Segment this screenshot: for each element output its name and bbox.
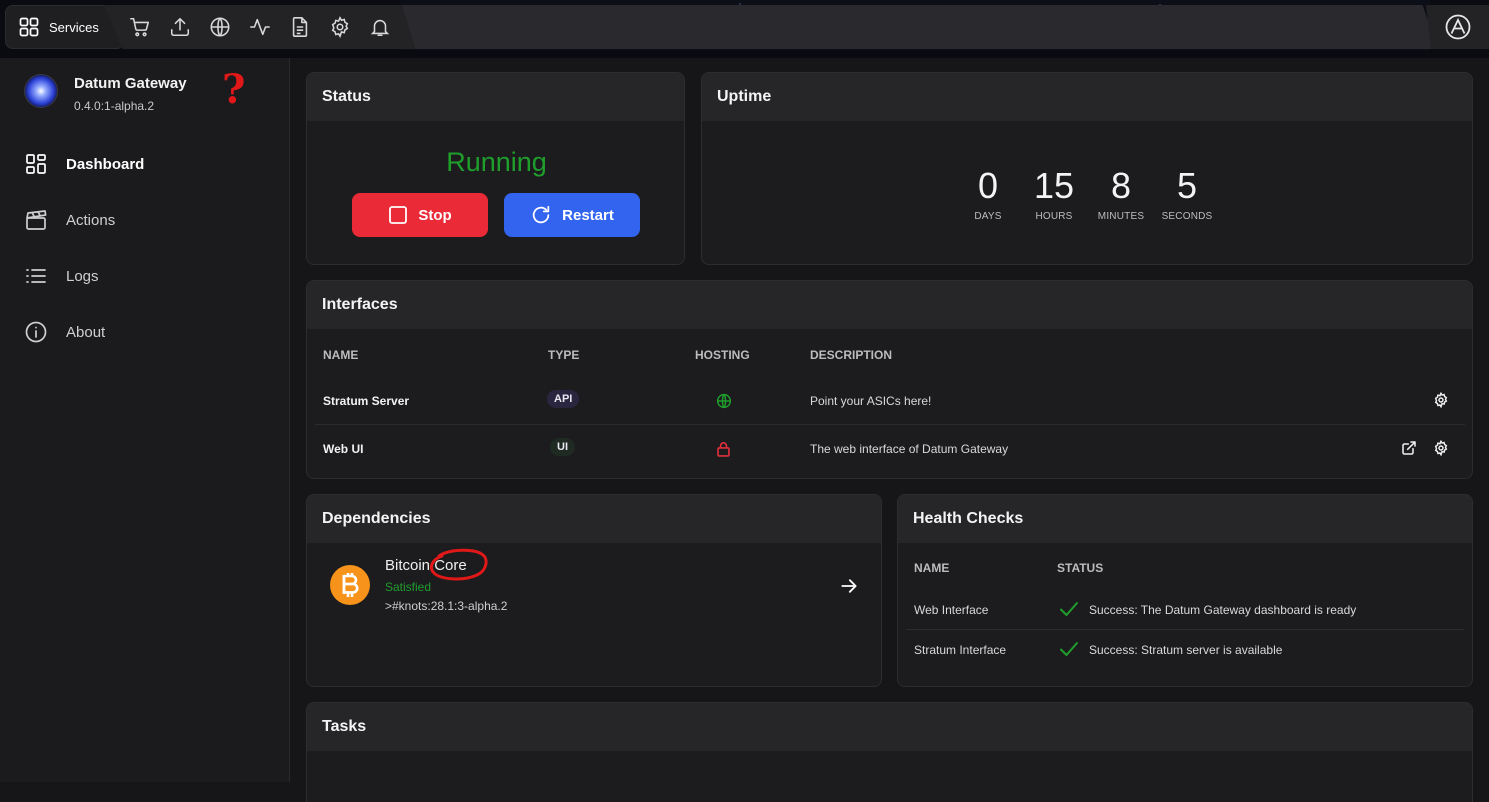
bitcoin-icon: [330, 565, 370, 605]
lock-icon: [717, 442, 730, 457]
dependency-version: >#knots:28.1:3-alpha.2: [385, 599, 508, 613]
service-version: 0.4.0:1-alpha.2: [74, 99, 155, 113]
uptime-minutes-value: 8: [1110, 165, 1132, 206]
sidebar: Datum Gateway 0.4.0:1-alpha.2 Dashboard …: [0, 58, 290, 782]
health-check-name: Web Interface: [914, 603, 989, 617]
dependencies-card: Dependencies Bitcoin Core Satisfied >#kn…: [306, 494, 882, 687]
upload-icon[interactable]: [168, 15, 192, 39]
globe-icon[interactable]: [208, 15, 232, 39]
services-tab[interactable]: Services: [5, 5, 123, 49]
sidebar-item-dashboard[interactable]: Dashboard: [24, 136, 274, 192]
interfaces-card-title: Interfaces: [307, 281, 1472, 329]
dependencies-card-title: Dependencies: [307, 495, 881, 543]
uptime-seconds-label: SECONDS: [1161, 211, 1213, 222]
top-bar: Services: [0, 0, 1489, 58]
sidebar-nav: Dashboard Actions Logs About: [24, 136, 274, 360]
dependency-item-bitcoin[interactable]: Bitcoin Core Satisfied >#knots:28.1:3-al…: [307, 543, 881, 629]
interface-description: The web interface of Datum Gateway: [810, 442, 1009, 456]
document-icon[interactable]: [288, 15, 312, 39]
health-check-status: Success: Stratum server is available: [1089, 643, 1283, 657]
sidebar-item-about[interactable]: About: [24, 304, 274, 360]
restart-button-label: Restart: [562, 206, 614, 224]
sidebar-item-label: About: [66, 323, 106, 341]
tasks-card: Tasks: [306, 702, 1473, 802]
health-check-name: Stratum Interface: [914, 643, 1007, 657]
refresh-icon: [532, 205, 550, 224]
dashboard-icon: [26, 154, 46, 174]
arrow-right-icon[interactable]: [839, 576, 859, 596]
open-external-icon[interactable]: [1401, 440, 1417, 456]
top-icon-bar: [104, 5, 416, 49]
uptime-minutes-label: MINUTES: [1097, 211, 1145, 222]
uptime-seconds: 5 SECONDS: [1158, 165, 1216, 222]
sidebar-item-label: Logs: [66, 267, 99, 285]
health-check-status: Success: The Datum Gateway dashboard is …: [1089, 603, 1357, 617]
settings-icon[interactable]: [1433, 392, 1449, 408]
clapperboard-icon: [26, 210, 47, 230]
list-icon: [26, 269, 46, 283]
row-divider: [906, 629, 1464, 630]
uptime-hours: 15 HOURS: [1030, 165, 1078, 222]
interfaces-card: Interfaces NAME TYPE HOSTING DESCRIPTION…: [306, 280, 1473, 479]
stop-button[interactable]: Stop: [352, 193, 488, 237]
stop-icon: [389, 206, 408, 224]
type-badge-api: API: [547, 390, 580, 408]
cart-icon[interactable]: [128, 15, 152, 39]
col-header-status: STATUS: [1057, 561, 1104, 575]
col-header-name: NAME: [914, 561, 950, 575]
uptime-seconds-value: 5: [1176, 165, 1198, 206]
tasks-card-title: Tasks: [307, 703, 1472, 751]
sidebar-item-label: Dashboard: [66, 155, 145, 173]
col-header-name: NAME: [323, 348, 359, 362]
col-header-hosting: HOSTING: [695, 348, 750, 362]
bell-icon[interactable]: [368, 15, 392, 39]
grid-icon: [19, 17, 39, 37]
uptime-days-value: 0: [977, 165, 999, 206]
activity-icon[interactable]: [248, 15, 272, 39]
status-card: Status Running Stop Restart: [306, 72, 685, 265]
uptime-days-label: DAYS: [974, 211, 1002, 222]
checkmark-icon: [1060, 602, 1078, 616]
col-header-description: DESCRIPTION: [810, 348, 893, 362]
service-header: Datum Gateway 0.4.0:1-alpha.2: [24, 74, 187, 113]
status-running-text: Running: [446, 147, 547, 177]
uptime-card: Uptime 0 DAYS 15 HOURS 8 MINUTES 5 SECON…: [701, 72, 1473, 265]
gear-icon[interactable]: [328, 15, 352, 39]
health-checks-card-title: Health Checks: [898, 495, 1472, 543]
annotation-question-mark: ?: [222, 66, 246, 113]
search-bar[interactable]: [402, 5, 1438, 49]
settings-icon[interactable]: [1433, 440, 1449, 456]
stop-button-label: Stop: [418, 206, 452, 224]
row-divider: [315, 424, 1465, 425]
service-logo: [24, 74, 58, 108]
start9-logo[interactable]: [1426, 5, 1489, 49]
checkmark-icon: [1060, 642, 1078, 656]
globe-icon: [716, 393, 732, 409]
sidebar-item-label: Actions: [66, 211, 116, 229]
uptime-hours-value: 15: [1033, 165, 1075, 206]
dependency-status: Satisfied: [385, 580, 432, 594]
health-checks-card: Health Checks NAME STATUS Web Interface …: [897, 494, 1473, 687]
sidebar-item-actions[interactable]: Actions: [24, 192, 274, 248]
uptime-hours-label: HOURS: [1035, 211, 1073, 222]
annotation-circle: [429, 548, 488, 581]
info-icon: [25, 321, 47, 343]
uptime-minutes: 8 MINUTES: [1095, 165, 1147, 222]
interface-name: Web UI: [323, 442, 364, 456]
uptime-days: 0 DAYS: [968, 165, 1008, 222]
interface-name: Stratum Server: [323, 394, 410, 408]
status-card-title: Status: [307, 73, 684, 121]
uptime-card-title: Uptime: [702, 73, 1472, 121]
col-header-type: TYPE: [548, 348, 580, 362]
service-name: Datum Gateway: [74, 75, 187, 92]
sidebar-item-logs[interactable]: Logs: [24, 248, 274, 304]
restart-button[interactable]: Restart: [504, 193, 640, 237]
interface-description: Point your ASICs here!: [810, 394, 932, 408]
services-tab-label: Services: [49, 19, 99, 35]
type-badge-ui: UI: [550, 438, 575, 456]
